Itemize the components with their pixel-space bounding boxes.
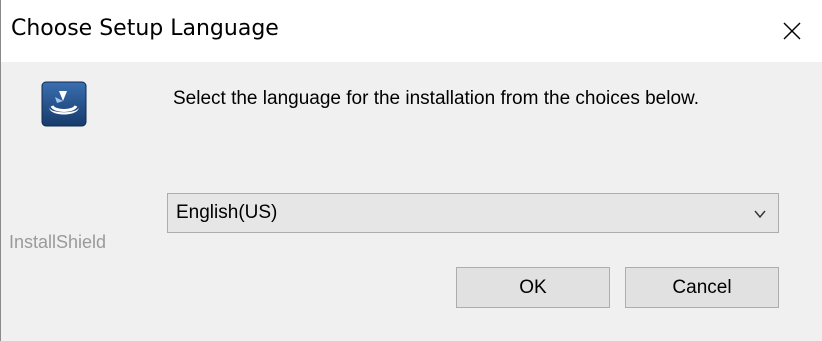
language-dropdown[interactable]: English(US) (167, 193, 779, 233)
title-bar: Choose Setup Language (1, 0, 822, 62)
instruction-text: Select the language for the installation… (173, 88, 699, 109)
dialog-body: Select the language for the installation… (1, 62, 822, 341)
cancel-button[interactable]: Cancel (625, 267, 779, 308)
close-button[interactable] (762, 0, 822, 62)
installer-icon (41, 81, 87, 127)
window-title: Choose Setup Language (11, 16, 279, 41)
language-selected-value: English(US) (176, 202, 278, 223)
close-icon (783, 22, 801, 40)
installshield-brand: InstallShield (9, 232, 107, 252)
ok-button[interactable]: OK (456, 267, 610, 308)
setup-language-dialog: Choose Setup Language Select the languag… (0, 0, 822, 341)
chevron-down-icon (754, 210, 766, 219)
